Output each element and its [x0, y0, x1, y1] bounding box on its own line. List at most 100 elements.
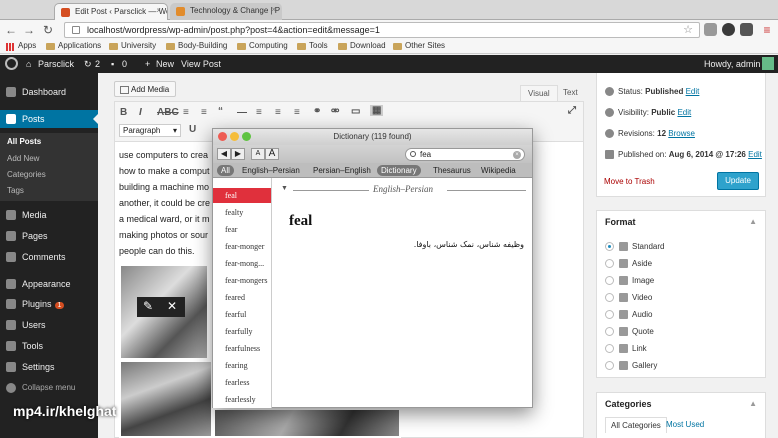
edit-visibility-link[interactable]: Edit	[677, 108, 691, 117]
scope-english-persian[interactable]: English–Persian	[238, 165, 304, 176]
extension-icon[interactable]	[704, 23, 717, 36]
scope-persian-english[interactable]: Persian–English	[309, 165, 375, 176]
submenu-tags[interactable]: Tags	[7, 186, 24, 195]
bookmark-star-icon[interactable]: ☆	[683, 23, 693, 36]
extension-icon[interactable]	[740, 23, 753, 36]
bullet-list-icon[interactable]: ≡	[183, 107, 189, 118]
bookmark-applications[interactable]: Applications	[46, 41, 101, 50]
font-larger-button[interactable]: A	[265, 148, 279, 160]
bookmark-university[interactable]: University	[109, 41, 156, 50]
bookmark-computing[interactable]: Computing	[237, 41, 288, 50]
clear-search-icon[interactable]: ×	[513, 151, 521, 159]
list-item[interactable]: fear-mong...	[213, 256, 271, 271]
list-item[interactable]: fearfulness	[213, 341, 271, 356]
scope-wikipedia[interactable]: Wikipedia	[477, 165, 520, 176]
bookmark-download[interactable]: Download	[338, 41, 386, 50]
underline-icon[interactable]: U	[189, 124, 196, 135]
minimize-window-icon[interactable]	[230, 132, 239, 141]
submenu-categories[interactable]: Categories	[7, 170, 46, 179]
comments-count[interactable]: 0	[122, 59, 127, 69]
updates-count[interactable]: 2	[95, 59, 100, 69]
radio[interactable]	[605, 259, 614, 268]
submenu-add-new[interactable]: Add New	[7, 154, 39, 163]
format-option-aside[interactable]: Aside	[605, 259, 652, 268]
post-image[interactable]	[119, 360, 213, 438]
scope-thesaurus[interactable]: Thesaurus	[429, 165, 475, 176]
howdy-account[interactable]: Howdy, admin	[704, 59, 760, 69]
align-left-icon[interactable]: ≡	[256, 107, 262, 118]
sidebar-item-tools[interactable]: Tools	[0, 337, 98, 355]
fullscreen-icon[interactable]: ⤢	[568, 105, 576, 116]
sidebar-item-posts[interactable]: Posts	[0, 110, 98, 128]
bookmark-apps[interactable]: Apps	[6, 41, 36, 51]
bold-icon[interactable]: B	[120, 107, 127, 118]
forward-icon[interactable]: →	[22, 23, 36, 37]
strikethrough-icon[interactable]: ABC	[157, 107, 179, 118]
horizontal-line-icon[interactable]: —	[237, 107, 247, 118]
collapse-menu[interactable]: Collapse menu	[0, 379, 98, 397]
post-image[interactable]	[213, 408, 401, 438]
address-bar[interactable]: localhost/wordpress/wp-admin/post.php?po…	[64, 22, 700, 38]
sidebar-item-comments[interactable]: Comments	[0, 248, 98, 266]
reload-icon[interactable]: ↻	[41, 23, 55, 37]
list-item[interactable]: fearless	[213, 375, 271, 390]
sidebar-item-settings[interactable]: Settings	[0, 358, 98, 376]
tab-text[interactable]: Text	[556, 85, 585, 101]
radio[interactable]	[605, 344, 614, 353]
update-button[interactable]: Update	[717, 172, 759, 190]
list-item[interactable]: feal	[213, 188, 271, 203]
format-option-video[interactable]: Video	[605, 293, 652, 302]
tab-most-used[interactable]: Most Used	[661, 417, 709, 433]
edit-status-link[interactable]: Edit	[686, 87, 700, 96]
browse-revisions-link[interactable]: Browse	[668, 129, 695, 138]
unlink-icon[interactable]: ⚮	[331, 106, 339, 117]
dictionary-search-input[interactable]: fea ×	[405, 148, 525, 161]
radio[interactable]	[605, 310, 614, 319]
numbered-list-icon[interactable]: ≡	[201, 107, 207, 118]
list-item[interactable]: fear-monger	[213, 239, 271, 254]
list-item[interactable]: fear-mongers	[213, 273, 271, 288]
submenu-all-posts[interactable]: All Posts	[7, 137, 41, 146]
disclosure-triangle-icon[interactable]: ▼	[281, 185, 288, 192]
italic-icon[interactable]: I	[139, 107, 142, 118]
format-option-standard[interactable]: Standard	[605, 242, 664, 251]
scope-dictionary[interactable]: Dictionary	[377, 165, 421, 176]
close-icon[interactable]: ✕	[167, 299, 177, 313]
list-item[interactable]: fealty	[213, 205, 271, 220]
toggle-panel-icon[interactable]: ▲	[749, 217, 757, 226]
radio[interactable]	[605, 293, 614, 302]
edit-date-link[interactable]: Edit	[748, 150, 762, 159]
back-icon[interactable]: ◀	[217, 148, 231, 160]
close-tab-icon[interactable]: ×	[271, 5, 276, 14]
toggle-panel-icon[interactable]: ▲	[749, 399, 757, 408]
list-item[interactable]: fear	[213, 222, 271, 237]
format-option-link[interactable]: Link	[605, 344, 647, 353]
toolbar-toggle-icon[interactable]: ▦	[370, 105, 384, 116]
menu-icon[interactable]: ≡	[760, 23, 774, 37]
close-tab-icon[interactable]: ×	[156, 6, 161, 15]
blockquote-icon[interactable]: “	[218, 106, 223, 117]
font-smaller-button[interactable]: A	[251, 148, 265, 160]
sidebar-item-media[interactable]: Media	[0, 206, 98, 224]
forward-icon[interactable]: ▶	[231, 148, 245, 160]
radio-selected[interactable]	[605, 242, 614, 251]
sidebar-item-dashboard[interactable]: Dashboard	[0, 83, 98, 101]
list-item[interactable]: fearing	[213, 358, 271, 373]
settings-extension-icon[interactable]	[722, 23, 735, 36]
list-item[interactable]: fearfully	[213, 324, 271, 339]
list-item[interactable]: fearful	[213, 307, 271, 322]
link-icon[interactable]: ⚭	[313, 106, 321, 117]
sidebar-item-appearance[interactable]: Appearance	[0, 275, 98, 293]
radio[interactable]	[605, 361, 614, 370]
bookmark-other-sites[interactable]: Other Sites	[393, 41, 445, 50]
zoom-window-icon[interactable]	[242, 132, 251, 141]
format-option-image[interactable]: Image	[605, 276, 654, 285]
sidebar-item-pages[interactable]: Pages	[0, 227, 98, 245]
align-right-icon[interactable]: ≡	[294, 107, 300, 118]
list-item[interactable]: fearlessly	[213, 392, 271, 407]
radio[interactable]	[605, 327, 614, 336]
scope-all[interactable]: All	[217, 165, 234, 176]
list-item[interactable]: feared	[213, 290, 271, 305]
wordpress-logo-icon[interactable]	[5, 57, 18, 70]
bookmark-body-building[interactable]: Body-Building	[166, 41, 227, 50]
